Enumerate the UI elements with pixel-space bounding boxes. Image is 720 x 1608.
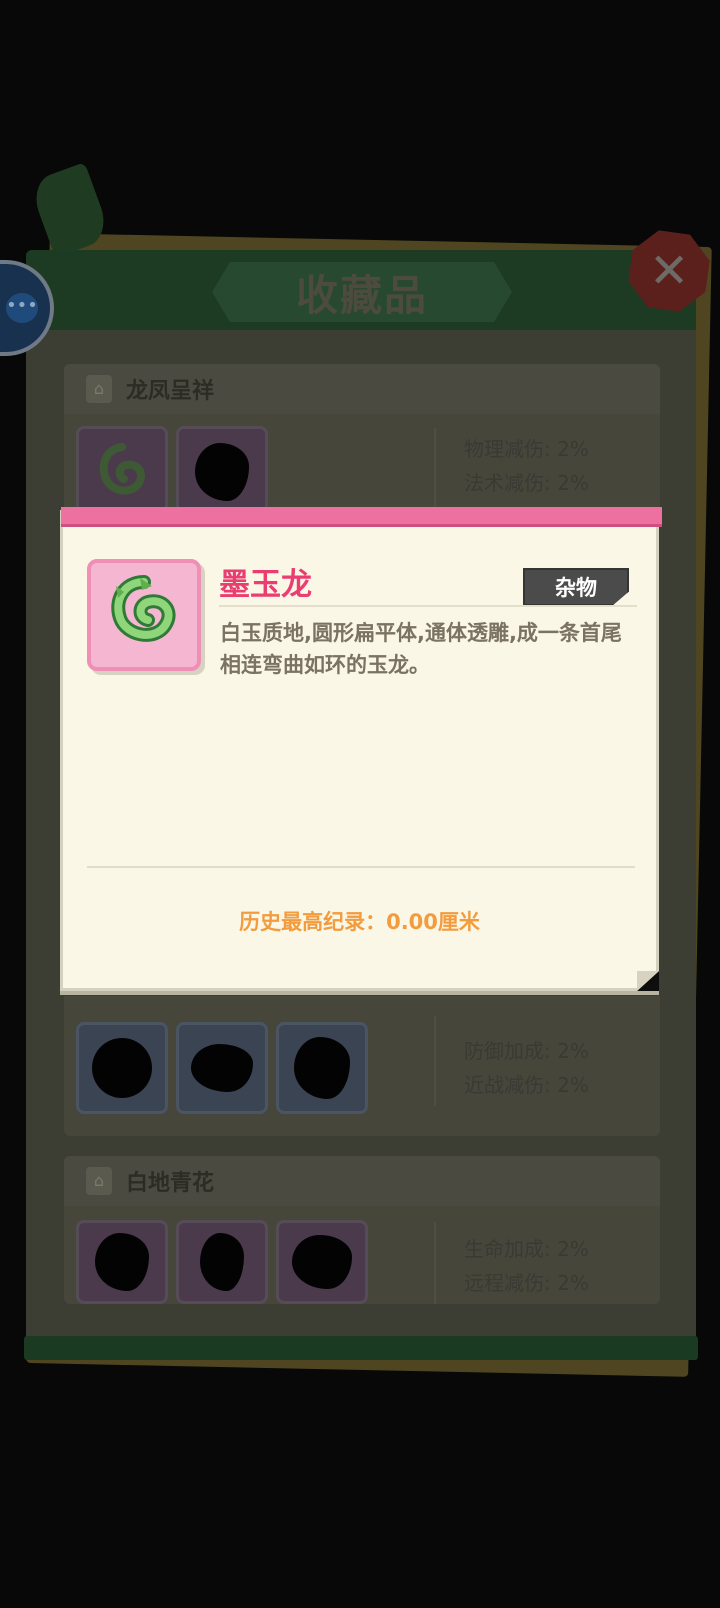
collection-item-slot[interactable] [276, 1022, 368, 1114]
collection-item-slot[interactable] [76, 1022, 168, 1114]
stat-line: 物理减伤: 2% [464, 437, 589, 461]
panel-title-ribbon: 收藏品 [212, 262, 512, 322]
section-name: 白地青花 [126, 1171, 215, 1196]
panel-title: 收藏品 [295, 270, 428, 320]
locked-item-silhouette [92, 1038, 152, 1098]
category-badge: 杂物 [523, 568, 629, 606]
collection-section: ⌂ 白地青花 生命加成: 2% 远程减伤: 2% [64, 1156, 660, 1304]
jade-dragon-icon [99, 443, 145, 495]
item-detail-dialog: 墨玉龙 杂物 白玉质地,圆形扁平体,通体透雕,成一条首尾相连弯曲如环的玉龙。 历… [60, 507, 662, 991]
item-description: 白玉质地,圆形扁平体,通体透雕,成一条首尾相连弯曲如环的玉龙。 [220, 621, 622, 677]
dialog-divider [87, 866, 635, 868]
lock-icon: ⌂ [86, 1167, 112, 1195]
close-icon: ✕ [648, 243, 690, 299]
section-stats: 防御加成: 2% 近战减伤: 2% [464, 1034, 589, 1102]
chat-bubble-icon: ••• [6, 293, 38, 323]
collection-item-slot[interactable] [176, 426, 268, 518]
stats-divider [434, 1016, 436, 1106]
section-header: ⌂ 龙凤呈祥 [64, 364, 660, 414]
collection-section: 防御加成: 2% 近战减伤: 2% [64, 996, 660, 1136]
stats-divider [434, 1222, 436, 1304]
dialog-top-bar [61, 507, 662, 527]
locked-item-silhouette [294, 1037, 350, 1099]
stat-line: 法术减伤: 2% [464, 471, 589, 495]
collection-panel-bottom-bar [24, 1336, 698, 1360]
history-record: 历史最高纪录：0.00厘米 [239, 910, 480, 934]
item-name: 墨玉龙 [219, 567, 312, 603]
locked-item-silhouette [292, 1235, 352, 1289]
collection-item-slot[interactable] [176, 1022, 268, 1114]
section-header: ⌂ 白地青花 [64, 1156, 660, 1206]
lock-icon: ⌂ [86, 375, 112, 403]
locked-item-silhouette [191, 1044, 253, 1092]
section-stats: 物理减伤: 2% 法术减伤: 2% [464, 432, 589, 500]
locked-item-silhouette [95, 1233, 149, 1291]
stat-line: 远程减伤: 2% [464, 1271, 589, 1295]
section-name: 龙凤呈祥 [126, 379, 215, 404]
jade-dragon-icon [111, 575, 176, 642]
collection-section: ⌂ 龙凤呈祥 物理减伤: 2% 法术减伤: 2% [64, 364, 660, 518]
collection-item-slot[interactable] [176, 1220, 268, 1304]
section-stats: 生命加成: 2% 远程减伤: 2% [464, 1232, 589, 1300]
title-underline [219, 605, 637, 607]
stat-line: 生命加成: 2% [464, 1237, 589, 1261]
stats-divider [434, 428, 436, 508]
collection-item-slot[interactable] [76, 1220, 168, 1304]
locked-item-silhouette [195, 443, 249, 501]
locked-item-silhouette [200, 1233, 244, 1291]
stat-line: 防御加成: 2% [464, 1039, 589, 1063]
collection-item-slot[interactable] [76, 426, 168, 518]
stat-line: 近战减伤: 2% [464, 1073, 589, 1097]
item-card [87, 559, 201, 671]
collection-item-slot[interactable] [276, 1220, 368, 1304]
screen: 收藏品 ✕ ••• ⌂ 龙凤呈祥 物理减伤: 2% 法术减伤: 2% 防御加成:… [0, 0, 720, 1608]
category-label: 杂物 [555, 576, 597, 600]
